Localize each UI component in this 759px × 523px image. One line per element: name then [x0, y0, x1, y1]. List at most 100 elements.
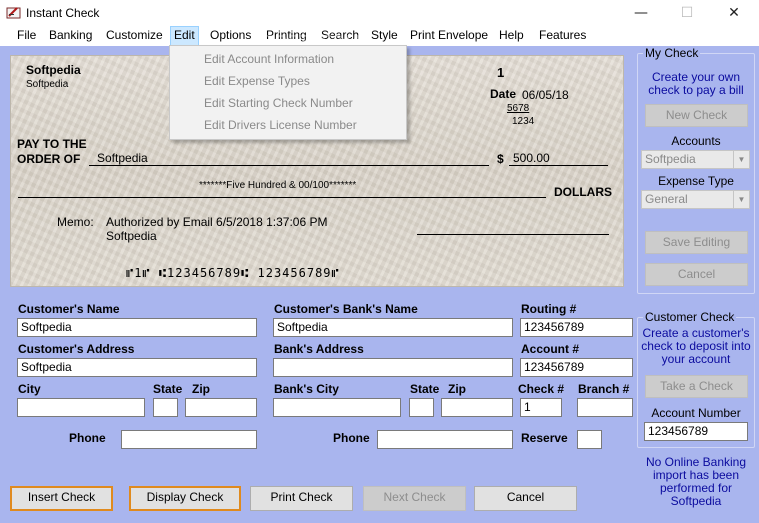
cancel-button[interactable]: Cancel [474, 486, 577, 511]
memo-label: Memo: [57, 215, 94, 229]
payee-name: Softpedia [97, 151, 148, 165]
bank-name-label: Customer's Bank's Name [274, 302, 418, 316]
customer-address-label: Customer's Address [18, 342, 135, 356]
banking-note-4: Softpedia [670, 494, 722, 508]
micr-line: ⑈1⑈ ⑆123456789⑆ 123456789⑈ [126, 266, 340, 280]
menu-style[interactable]: Style [368, 26, 401, 46]
account-label: Account # [521, 342, 580, 356]
customer-name-label: Customer's Name [18, 302, 120, 316]
account-field[interactable]: 123456789 [520, 358, 633, 377]
print-check-button[interactable]: Print Check [250, 486, 353, 511]
accounts-select-value: Softpedia [645, 152, 696, 166]
bank-name-field[interactable]: Softpedia [273, 318, 513, 337]
amount-words-line [18, 197, 546, 198]
bank-city-label: Bank's City [274, 382, 339, 396]
reserve-field[interactable] [577, 430, 602, 449]
menu-print-envelope[interactable]: Print Envelope [407, 26, 491, 46]
amount-line [509, 165, 608, 166]
chevron-down-icon: ▼ [733, 191, 749, 208]
branch-field[interactable] [577, 398, 633, 417]
dollars-label: DOLLARS [554, 185, 612, 199]
phone-field[interactable] [121, 430, 257, 449]
bank-zip-field[interactable] [441, 398, 513, 417]
customer-check-title: Customer Check [643, 310, 737, 324]
customer-address-field[interactable]: Softpedia [17, 358, 257, 377]
my-check-title: My Check [643, 46, 701, 60]
account-number-label: Account Number [651, 406, 741, 420]
menu-banking[interactable]: Banking [46, 26, 95, 46]
dollar-sign: $ [497, 152, 504, 166]
routing-field[interactable]: 123456789 [520, 318, 633, 337]
amount-words: *******Five Hundred & 00/100******* [199, 180, 357, 191]
bank-city-field[interactable] [273, 398, 401, 417]
signature-line [417, 234, 609, 235]
title-bar: Instant Check — ☐ ✕ [0, 0, 759, 26]
payer-sub: Softpedia [26, 79, 69, 90]
insert-check-button[interactable]: Insert Check [10, 486, 113, 511]
account-number-field[interactable]: 123456789 [644, 422, 748, 441]
state-field[interactable] [153, 398, 178, 417]
check-date: 06/05/18 [522, 88, 569, 102]
window-title: Instant Check [26, 6, 100, 20]
maximize-button[interactable]: ☐ [664, 0, 710, 26]
expense-type-select-value: General [645, 192, 688, 206]
bank-zip-label: Zip [448, 382, 466, 396]
accounts-label: Accounts [671, 134, 721, 148]
expense-type-select[interactable]: General ▼ [641, 190, 750, 209]
bank-state-label: State [410, 382, 440, 396]
new-check-button[interactable]: New Check [645, 104, 748, 127]
order-of-label: ORDER OF [17, 152, 81, 166]
payer-name: Softpedia [26, 63, 81, 77]
payee-line [89, 165, 489, 166]
accounts-select[interactable]: Softpedia ▼ [641, 150, 750, 169]
menu-edit[interactable]: Edit [170, 26, 199, 46]
city-label: City [18, 382, 41, 396]
menu-bar: File Banking Customize Edit Options Prin… [0, 26, 759, 46]
bank-address-field[interactable] [273, 358, 513, 377]
phone-label: Phone [69, 431, 106, 445]
take-a-check-button[interactable]: Take a Check [645, 375, 748, 398]
zip-label: Zip [192, 382, 210, 396]
memo-text-2: Softpedia [106, 229, 157, 243]
next-check-button[interactable]: Next Check [363, 486, 466, 511]
customer-name-field[interactable]: Softpedia [17, 318, 257, 337]
city-field[interactable] [17, 398, 145, 417]
check-number: 1 [497, 65, 505, 80]
menu-customize[interactable]: Customize [103, 26, 166, 46]
routing-label: Routing # [521, 302, 577, 316]
menu-features[interactable]: Features [536, 26, 589, 46]
menu-edit-starting-check-number[interactable]: Edit Starting Check Number [204, 96, 353, 110]
date-label: Date [490, 87, 517, 101]
close-button[interactable]: ✕ [711, 0, 757, 26]
reserve-label: Reserve [521, 431, 568, 445]
menu-edit-drivers-license[interactable]: Edit Drivers License Number [204, 118, 357, 132]
bank-phone-field[interactable] [377, 430, 513, 449]
my-check-desc-2: check to pay a bill [648, 83, 744, 97]
bank-state-field[interactable] [409, 398, 434, 417]
check-number-field[interactable]: 1 [520, 398, 562, 417]
app-check-icon [6, 7, 21, 19]
expense-type-label: Expense Type [658, 174, 734, 188]
menu-edit-account-info[interactable]: Edit Account Information [204, 52, 334, 66]
save-editing-button[interactable]: Save Editing [645, 231, 748, 254]
chevron-down-icon: ▼ [733, 151, 749, 168]
zip-field[interactable] [185, 398, 257, 417]
menu-edit-expense-types[interactable]: Edit Expense Types [204, 74, 310, 88]
minimize-button[interactable]: — [618, 0, 664, 26]
edit-dropdown-menu: Edit Account Information Edit Expense Ty… [169, 45, 407, 140]
bank-address-label: Bank's Address [274, 342, 364, 356]
menu-help[interactable]: Help [496, 26, 527, 46]
display-check-button[interactable]: Display Check [129, 486, 241, 511]
fraction-bottom: 1234 [512, 116, 535, 127]
state-label: State [153, 382, 183, 396]
memo-text: Authorized by Email 6/5/2018 1:37:06 PM [106, 215, 328, 229]
my-check-cancel-button[interactable]: Cancel [645, 263, 748, 286]
customer-check-desc-3: your account [661, 352, 731, 366]
fraction-top: 5678 [507, 103, 530, 114]
branch-label: Branch # [578, 382, 630, 396]
menu-file[interactable]: File [14, 26, 39, 46]
check-number-label: Check # [518, 382, 565, 396]
bank-phone-label: Phone [333, 431, 370, 445]
menu-options[interactable]: Options [207, 26, 254, 46]
pay-to-label: PAY TO THE [17, 137, 87, 151]
